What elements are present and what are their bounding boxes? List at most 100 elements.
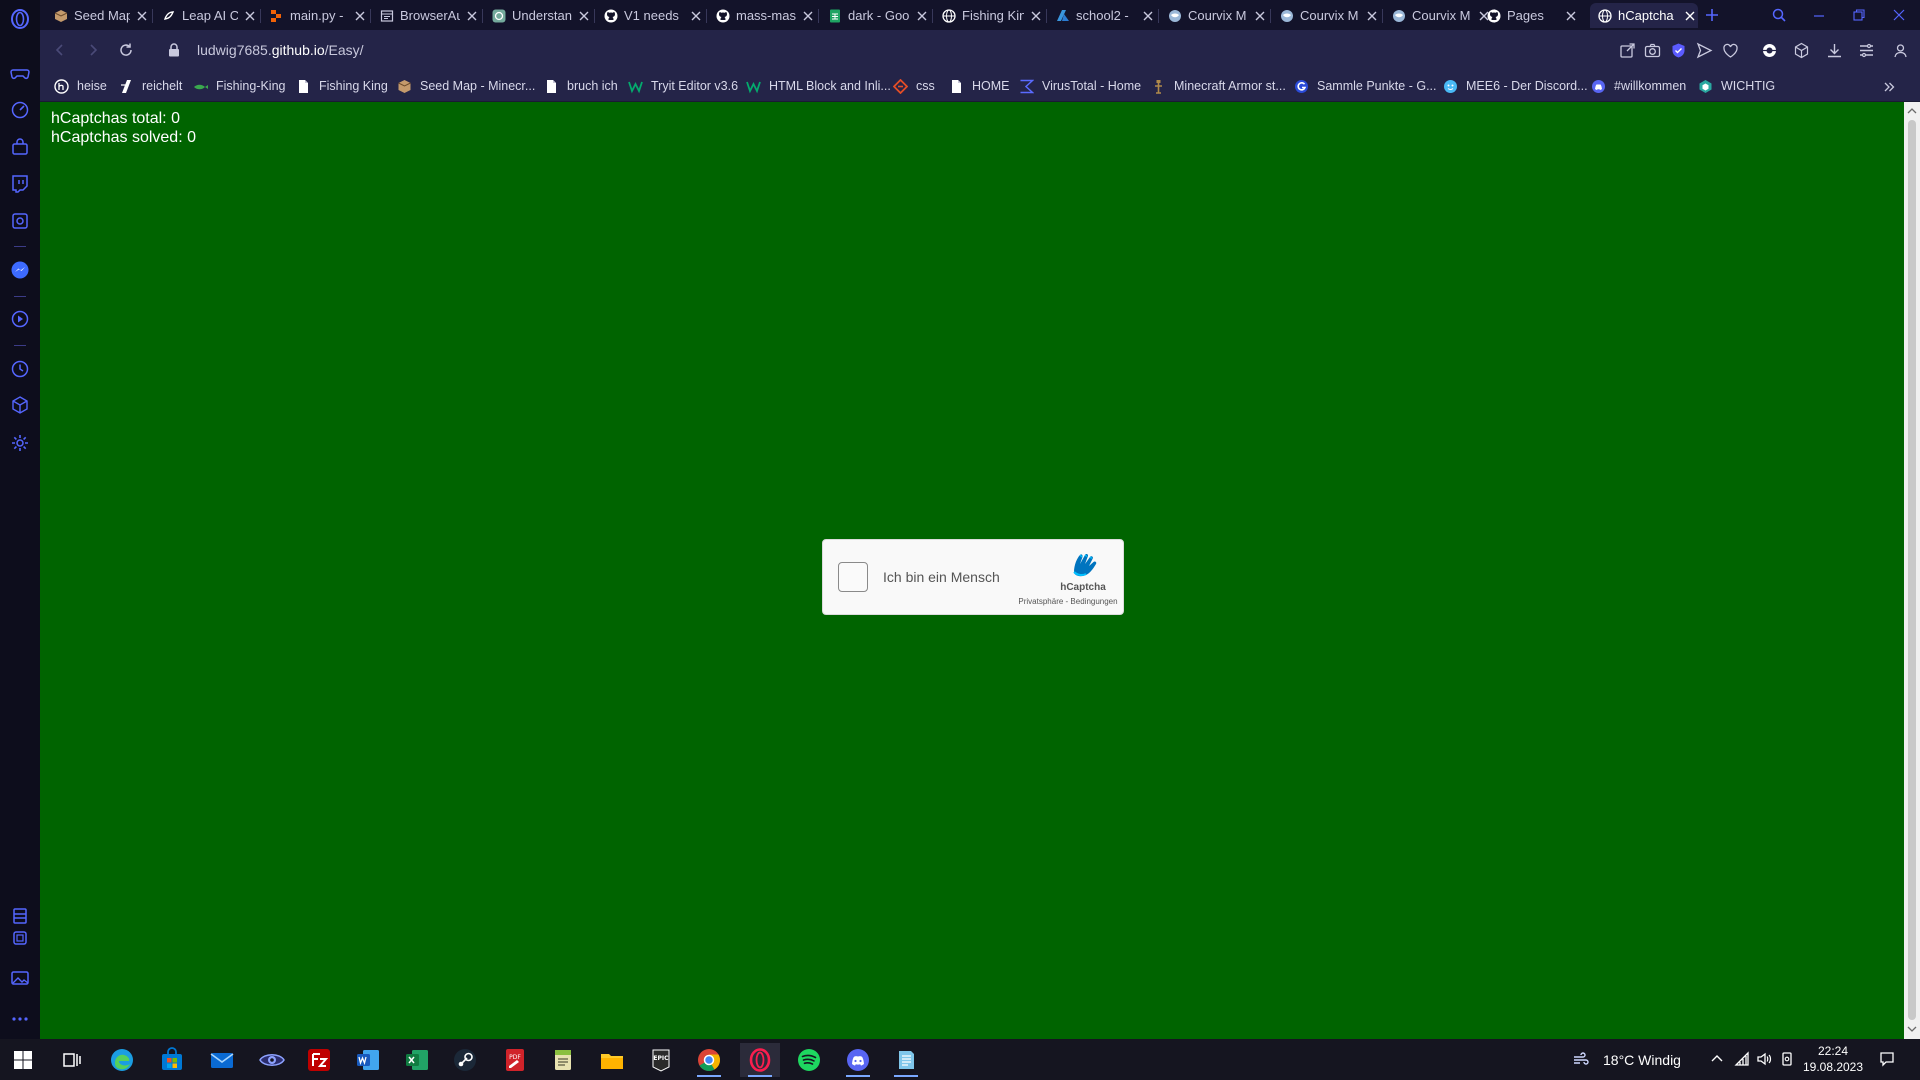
close-tab-icon[interactable] [1563, 8, 1579, 24]
scroll-down-icon[interactable] [1907, 1024, 1917, 1034]
reload-button[interactable] [116, 40, 136, 60]
tab[interactable]: dark - Goo [820, 3, 930, 28]
scroll-up-icon[interactable] [1907, 106, 1917, 116]
bookmark-item[interactable]: Seed Map - Minecr... [397, 77, 535, 95]
close-tab-icon[interactable] [1140, 8, 1156, 24]
bookmark-item[interactable]: #willkommen [1591, 77, 1686, 95]
tab[interactable]: BrowserAu [372, 3, 480, 28]
restore-button[interactable] [1848, 4, 1870, 26]
notepad-sheets-icon[interactable] [543, 1043, 583, 1077]
excel-icon[interactable] [397, 1043, 437, 1077]
bookmark-item[interactable]: WICHTIG [1698, 77, 1775, 95]
tab[interactable]: mass-mas [708, 3, 816, 28]
close-tab-icon[interactable] [134, 8, 150, 24]
vpn-shield-icon[interactable] [1668, 40, 1688, 60]
bookmark-item[interactable]: css [893, 77, 935, 95]
play-circle-icon[interactable] [9, 308, 31, 330]
word-icon[interactable] [348, 1043, 388, 1077]
file-explorer-icon[interactable] [592, 1043, 632, 1077]
discord-app-icon[interactable] [838, 1043, 878, 1077]
settings-gear-icon[interactable] [9, 432, 31, 454]
more-dots-icon[interactable] [9, 1008, 31, 1030]
network-icon[interactable] [1732, 1049, 1752, 1069]
adblock-extension-icon[interactable] [1759, 40, 1779, 60]
bookmark-item[interactable]: Fishing King [296, 77, 388, 95]
hcaptcha-checkbox[interactable] [838, 562, 868, 592]
mail-icon[interactable] [202, 1043, 242, 1077]
new-tab-button[interactable] [1702, 5, 1722, 25]
bookmark-item[interactable]: Tryit Editor v3.6 [628, 77, 738, 95]
show-hidden-icons-chevron-icon[interactable] [1707, 1049, 1727, 1069]
workspaces-icon[interactable] [9, 905, 31, 927]
player-icon[interactable] [9, 210, 31, 232]
close-tab-icon[interactable] [1682, 8, 1698, 24]
bookmark-item[interactable]: MEE6 - Der Discord... [1443, 77, 1588, 95]
messenger-icon[interactable] [9, 259, 31, 281]
tab[interactable]: Leap AI Co [154, 3, 258, 28]
download-icon[interactable] [1824, 40, 1844, 60]
close-tab-icon[interactable] [576, 8, 592, 24]
bookmark-item[interactable]: HOME [949, 77, 1010, 95]
close-tab-icon[interactable] [352, 8, 368, 24]
shop-icon[interactable] [9, 136, 31, 158]
epic-games-icon[interactable]: EPIC [641, 1043, 681, 1077]
weather-text[interactable]: 18°C Windig [1603, 1039, 1681, 1080]
speed-dial-icon[interactable] [9, 99, 31, 121]
close-tab-icon[interactable] [800, 8, 816, 24]
lock-icon[interactable] [166, 41, 182, 59]
url-field[interactable]: ludwig7685.github.io/Easy/ [197, 42, 364, 58]
close-tab-icon[interactable] [242, 8, 258, 24]
edge-browser-icon[interactable] [102, 1043, 142, 1077]
back-button[interactable] [50, 40, 70, 60]
extensions-cube-icon[interactable] [1791, 40, 1811, 60]
close-tab-icon[interactable] [1252, 8, 1268, 24]
weather-wind-icon[interactable] [1571, 1049, 1591, 1069]
start-windows-icon[interactable] [3, 1043, 43, 1077]
tab[interactable]: Seed Map [46, 3, 150, 28]
close-tab-icon[interactable] [688, 8, 704, 24]
twitch-icon[interactable] [9, 173, 31, 195]
close-tab-icon[interactable] [1028, 8, 1044, 24]
hcaptcha-privacy-terms-links[interactable]: Privatsphäre - Bedingungen [1013, 597, 1123, 606]
scrollbar-thumb[interactable] [1908, 120, 1916, 1020]
spotify-icon[interactable] [789, 1043, 829, 1077]
bookmark-item[interactable]: VirusTotal - Home [1019, 77, 1141, 95]
page-scrollbar[interactable] [1904, 102, 1920, 1039]
bookmark-item[interactable]: Sammle Punkte - G... [1294, 77, 1436, 95]
notepad-app-icon[interactable] [886, 1043, 926, 1077]
minimize-button[interactable] [1808, 4, 1830, 26]
gallery-icon[interactable] [9, 967, 31, 989]
opera-gx-icon[interactable] [740, 1043, 780, 1077]
tab[interactable]: Understan [484, 3, 592, 28]
profile-icon[interactable] [1890, 40, 1910, 60]
close-window-button[interactable] [1888, 4, 1910, 26]
tab[interactable]: school2 - [1048, 3, 1156, 28]
close-tab-icon[interactable] [1364, 8, 1380, 24]
workspace-2-icon[interactable] [9, 927, 31, 949]
bookmarks-overflow-button[interactable] [1880, 78, 1898, 96]
device-sync-icon[interactable] [1777, 1049, 1797, 1069]
easy-setup-menu-icon[interactable] [1856, 40, 1876, 60]
tab-search-button[interactable] [1768, 4, 1790, 26]
notifications-icon[interactable] [1877, 1049, 1897, 1069]
close-tab-icon[interactable] [464, 8, 480, 24]
tab[interactable]: main.py - [262, 3, 368, 28]
tab[interactable]: Fishing Kin [934, 3, 1044, 28]
send-icon[interactable] [1694, 40, 1714, 60]
bookmark-item[interactable]: HTML Block and Inli... [746, 77, 891, 95]
tab-active[interactable]: hCaptcha [1590, 3, 1698, 28]
hcaptcha-label[interactable]: Ich bin ein Mensch [883, 569, 1000, 585]
microsoft-store-icon[interactable] [152, 1043, 192, 1077]
bookmark-heart-icon[interactable] [1720, 40, 1740, 60]
bookmark-item[interactable]: reichelt [119, 77, 182, 95]
gamepad-icon[interactable] [9, 62, 31, 84]
history-icon[interactable] [9, 358, 31, 380]
volume-icon[interactable] [1754, 1049, 1774, 1069]
bookmark-item[interactable]: Fishing-King [193, 77, 285, 95]
tab[interactable]: Courvix M [1160, 3, 1268, 28]
chrome-icon[interactable] [689, 1043, 729, 1077]
filezilla-icon[interactable] [299, 1043, 339, 1077]
taskbar-clock[interactable]: 22:24 19.08.2023 [1802, 1043, 1864, 1075]
bookmark-item[interactable]: heise [54, 77, 107, 95]
opera-logo-icon[interactable] [9, 8, 31, 30]
